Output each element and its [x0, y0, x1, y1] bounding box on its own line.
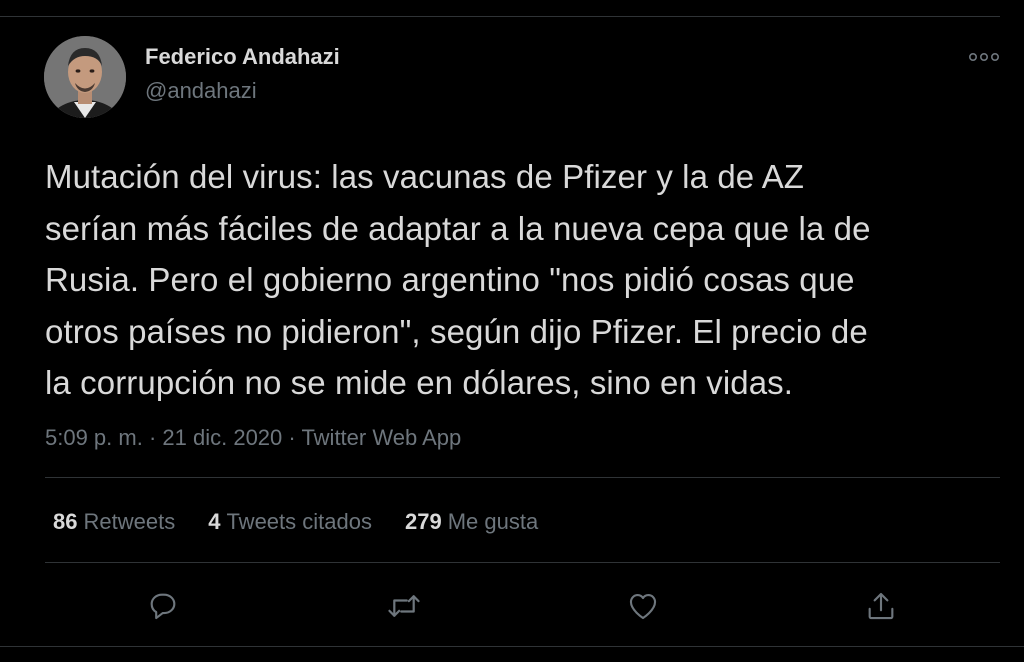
share-icon [868, 592, 894, 620]
tweet-text-line: Rusia. Pero el gobierno argentino "nos p… [45, 261, 855, 298]
avatar-image [44, 36, 126, 118]
heart-icon [629, 594, 657, 620]
share-button[interactable] [861, 586, 901, 626]
bottom-divider [0, 646, 1024, 647]
tweet-date[interactable]: 21 dic. 2020 [162, 425, 282, 450]
like-button[interactable] [623, 586, 663, 626]
tweet-stats: 86 Retweets 4 Tweets citados 279 Me gusta [53, 509, 571, 535]
retweet-button[interactable] [384, 586, 424, 626]
meta-separator: · [142, 425, 163, 450]
tweet-metadata: 5:09 p. m. · 21 dic. 2020 · Twitter Web … [45, 425, 461, 451]
likes-label: Me gusta [447, 509, 539, 534]
quote-tweets-label: Tweets citados [226, 509, 372, 534]
meta-separator: · [282, 425, 302, 450]
tweet-text-line: la corrupción no se mide en dólares, sin… [45, 364, 794, 401]
retweets-label: Retweets [83, 509, 176, 534]
avatar[interactable] [44, 36, 126, 118]
author-name[interactable]: Federico Andahazi [145, 44, 340, 70]
likes-count: 279 [404, 509, 442, 534]
tweet-time[interactable]: 5:09 p. m. [45, 425, 143, 450]
likes-stat[interactable]: 279 Me gusta [405, 509, 538, 535]
quote-tweets-stat[interactable]: 4 Tweets citados [208, 509, 372, 535]
tweet-text: Mutación del virus: las vacunas de Pfize… [45, 151, 1000, 409]
retweets-stat[interactable]: 86 Retweets [53, 509, 175, 535]
reply-icon [150, 593, 176, 620]
author-handle[interactable]: @andahazi [145, 78, 257, 104]
tweet-source[interactable]: Twitter Web App [301, 425, 461, 450]
reply-button[interactable] [143, 586, 183, 626]
retweet-icon [388, 595, 420, 617]
tweet-text-line: Mutación del virus: las vacunas de Pfize… [45, 158, 805, 195]
more-options-button[interactable] [966, 46, 1002, 68]
tweet-text-line: otros países no pidieron", según dijo Pf… [45, 312, 868, 350]
divider [45, 562, 1000, 563]
tweet-text-line: serían más fáciles de adaptar a la nueva… [45, 209, 871, 247]
retweets-count: 86 [53, 509, 78, 534]
more-options-icon [968, 53, 999, 62]
top-divider [0, 16, 1000, 17]
quote-tweets-count: 4 [208, 509, 221, 534]
divider [45, 477, 1000, 478]
